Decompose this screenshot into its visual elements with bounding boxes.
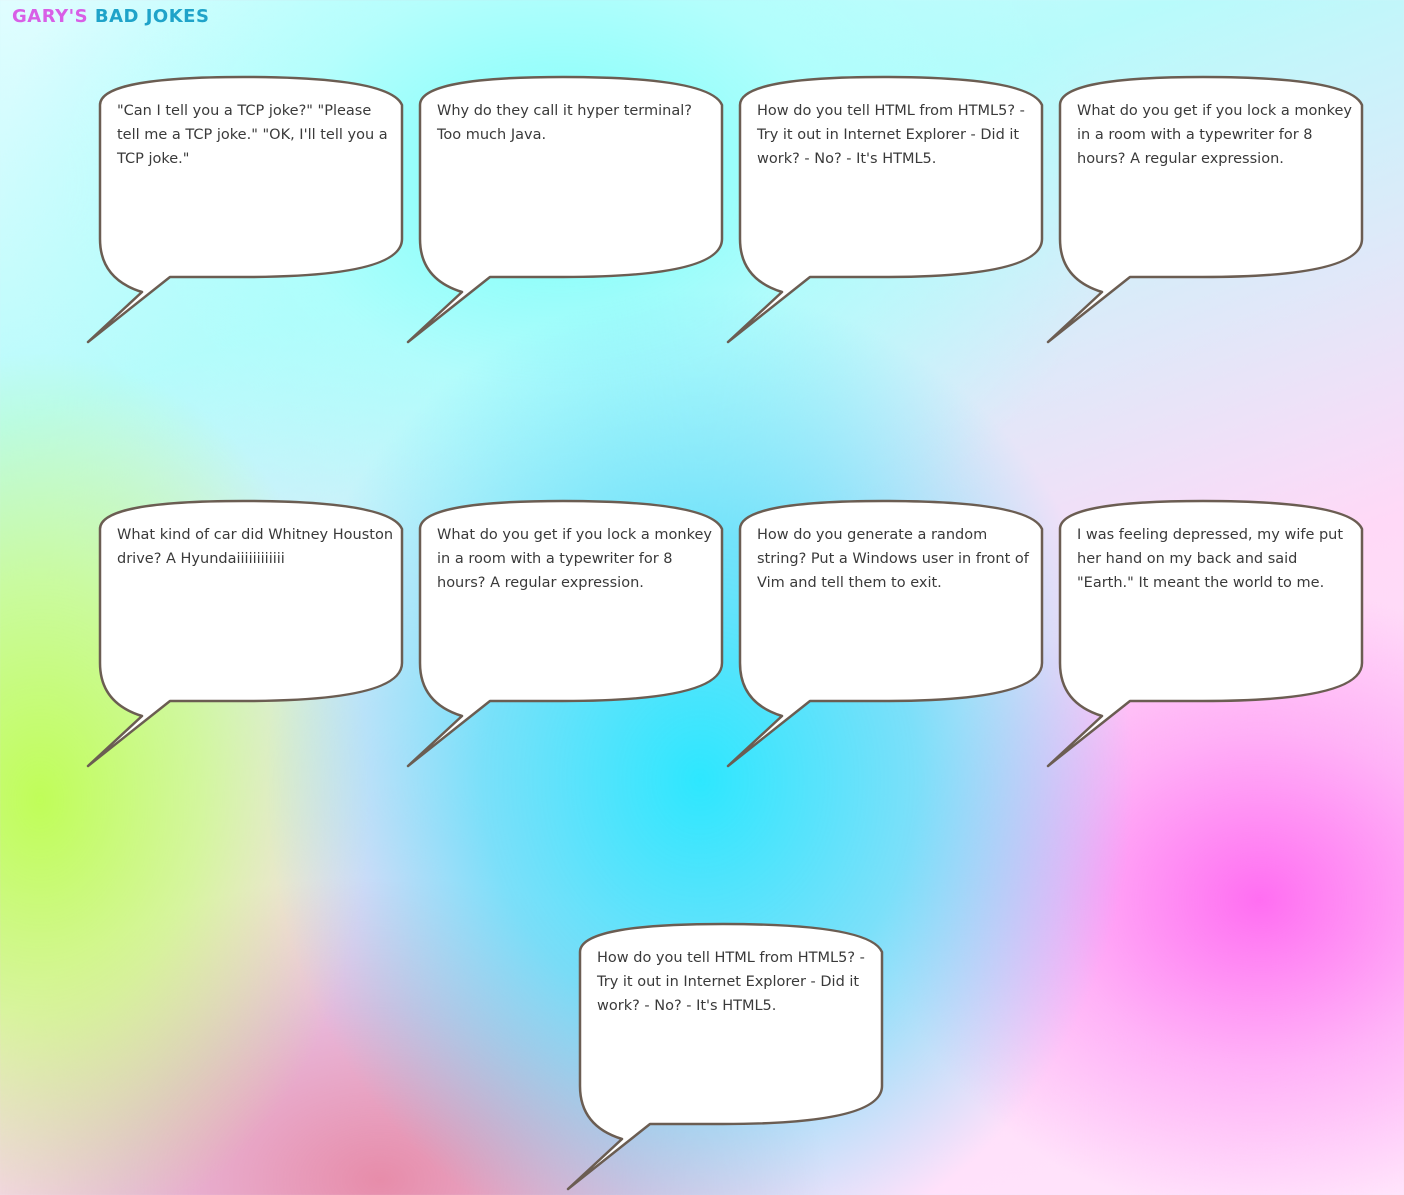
joke-text: How do you tell HTML from HTML5? - Try i… bbox=[597, 950, 865, 1014]
joke-bubble: "Can I tell you a TCP joke?" "Please tel… bbox=[86, 75, 404, 349]
joke-text: What kind of car did Whitney Houston dri… bbox=[117, 527, 394, 567]
joke-bubble: What do you get if you lock a monkey in … bbox=[1046, 75, 1364, 349]
logo-part-garys: GARY'S bbox=[12, 6, 89, 27]
joke-text: How do you generate a random string? Put… bbox=[757, 527, 1029, 591]
joke-bubble: How do you tell HTML from HTML5? - Try i… bbox=[726, 75, 1044, 349]
joke-text: What do you get if you lock a monkey in … bbox=[1077, 103, 1352, 167]
joke-text: I was feeling depressed, my wife put her… bbox=[1077, 527, 1344, 591]
joke-text: What do you get if you lock a monkey in … bbox=[437, 527, 712, 591]
joke-bubble: How do you generate a random string? Put… bbox=[726, 499, 1044, 773]
joke-bubble: What do you get if you lock a monkey in … bbox=[406, 499, 724, 773]
site-logo: GARY'S BAD JOKES bbox=[12, 6, 209, 27]
joke-bubble: I was feeling depressed, my wife put her… bbox=[1046, 499, 1364, 773]
joke-bubble: How do you tell HTML from HTML5? - Try i… bbox=[566, 922, 884, 1195]
joke-bubble: Why do they call it hyper terminal? Too … bbox=[406, 75, 724, 349]
joke-text: "Can I tell you a TCP joke?" "Please tel… bbox=[117, 103, 388, 167]
joke-bubble: What kind of car did Whitney Houston dri… bbox=[86, 499, 404, 773]
joke-text: Why do they call it hyper terminal? Too … bbox=[437, 103, 692, 143]
logo-part-bad-jokes: BAD JOKES bbox=[94, 6, 210, 27]
joke-text: How do you tell HTML from HTML5? - Try i… bbox=[757, 103, 1025, 167]
